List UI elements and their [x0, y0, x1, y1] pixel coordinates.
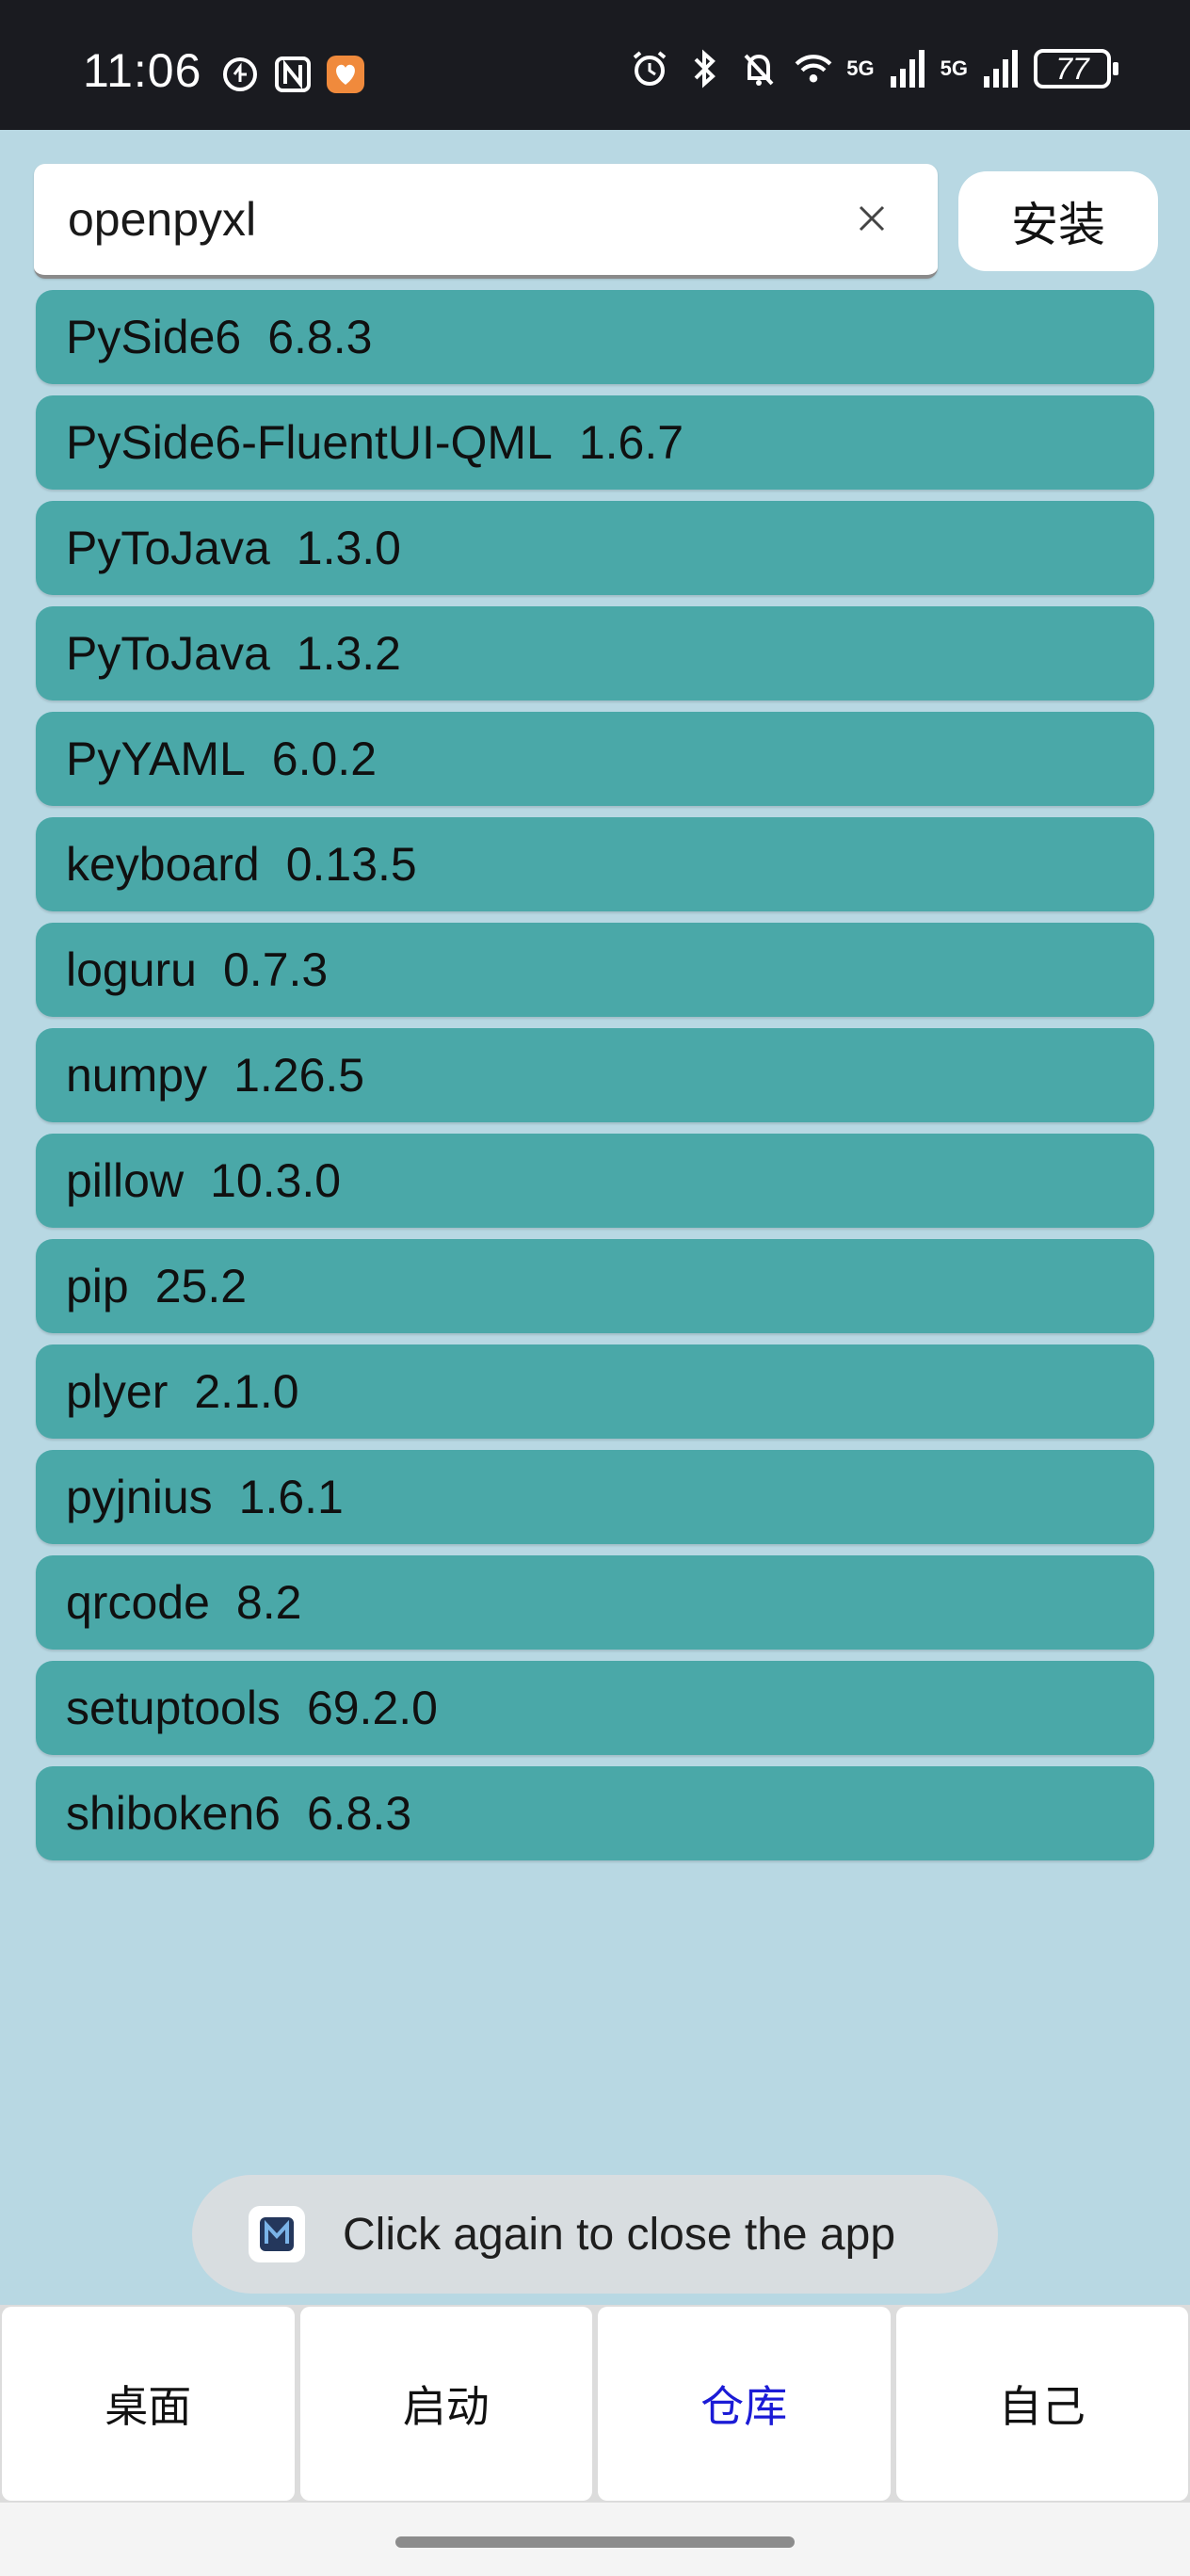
system-nav-area	[0, 2503, 1190, 2576]
package-version: 1.26.5	[233, 1049, 365, 1102]
list-item[interactable]: setuptools 69.2.0	[36, 1661, 1154, 1755]
alarm-icon	[628, 47, 671, 90]
package-version: 1.6.1	[238, 1471, 344, 1523]
mute-icon	[737, 47, 780, 90]
package-name: PySide6	[66, 311, 242, 363]
package-version: 1.6.7	[578, 416, 684, 469]
package-name: qrcode	[66, 1576, 210, 1629]
tab-launch[interactable]: 启动	[299, 2307, 592, 2501]
list-item[interactable]: pip 25.2	[36, 1239, 1154, 1333]
list-item[interactable]: PyToJava 1.3.2	[36, 606, 1154, 700]
signal-icon	[886, 47, 929, 90]
tab-repository[interactable]: 仓库	[598, 2307, 891, 2501]
app-logo-icon	[249, 2206, 305, 2262]
list-item[interactable]: qrcode 8.2	[36, 1555, 1154, 1650]
signal-icon	[979, 47, 1022, 90]
package-version: 1.3.2	[296, 627, 401, 680]
status-left-icons	[218, 53, 367, 96]
bottom-tab-bar: 桌面 启动 仓库 自己	[0, 2305, 1190, 2503]
status-bar: 11:06 5G 5G 77	[0, 0, 1190, 130]
list-item[interactable]: numpy 1.26.5	[36, 1028, 1154, 1122]
list-item[interactable]: PySide6 6.8.3	[36, 290, 1154, 384]
package-name: pyjnius	[66, 1471, 213, 1523]
status-right-icons: 5G 5G 77	[628, 47, 1118, 90]
list-item[interactable]: pillow 10.3.0	[36, 1134, 1154, 1228]
package-name: PySide6-FluentUI-QML	[66, 416, 553, 469]
bluetooth-icon	[683, 47, 726, 90]
package-version: 6.0.2	[271, 733, 378, 785]
package-version: 6.8.3	[267, 311, 373, 363]
list-item[interactable]: shiboken6 6.8.3	[36, 1766, 1154, 1860]
data-saver-icon	[218, 53, 262, 96]
battery-indicator: 77	[1034, 49, 1118, 89]
package-version: 10.3.0	[210, 1154, 342, 1207]
list-item[interactable]: plyer 2.1.0	[36, 1344, 1154, 1439]
list-item[interactable]: keyboard 0.13.5	[36, 817, 1154, 911]
package-name: keyboard	[66, 838, 260, 891]
package-name: shiboken6	[66, 1787, 281, 1840]
package-search-input[interactable]	[68, 186, 840, 252]
list-item[interactable]: PySide6-FluentUI-QML 1.6.7	[36, 395, 1154, 490]
list-item[interactable]: loguru 0.7.3	[36, 923, 1154, 1017]
nfc-icon	[271, 53, 314, 96]
network-5g-label: 5G	[940, 56, 968, 80]
package-version: 8.2	[235, 1576, 302, 1629]
package-name: loguru	[66, 943, 197, 996]
home-indicator[interactable]	[395, 2536, 795, 2548]
package-name: numpy	[66, 1049, 208, 1102]
close-icon[interactable]	[853, 200, 891, 237]
package-version: 2.1.0	[194, 1365, 299, 1418]
package-list: PySide6 6.8.3 PySide6-FluentUI-QML 1.6.7…	[36, 290, 1154, 1872]
package-name: pip	[66, 1260, 129, 1312]
package-version: 0.13.5	[285, 838, 417, 891]
package-search-box[interactable]	[34, 164, 938, 279]
package-version: 6.8.3	[306, 1787, 412, 1840]
package-name: PyToJava	[66, 627, 270, 680]
status-time: 11:06	[83, 44, 202, 97]
network-5g-label: 5G	[846, 56, 875, 80]
package-name: setuptools	[66, 1682, 281, 1734]
install-button[interactable]: 安装	[958, 171, 1158, 271]
health-app-icon	[324, 53, 367, 96]
package-name: PyToJava	[66, 522, 270, 574]
list-item[interactable]: PyToJava 1.3.0	[36, 501, 1154, 595]
package-version: 1.3.0	[296, 522, 401, 574]
package-version: 69.2.0	[306, 1682, 438, 1734]
list-item[interactable]: pyjnius 1.6.1	[36, 1450, 1154, 1544]
package-version: 0.7.3	[223, 943, 329, 996]
package-name: pillow	[66, 1154, 185, 1207]
list-item[interactable]: PyYAML 6.0.2	[36, 712, 1154, 806]
package-name: PyYAML	[66, 733, 246, 785]
tab-desktop[interactable]: 桌面	[2, 2307, 295, 2501]
exit-toast: Click again to close the app	[192, 2175, 998, 2294]
toast-message: Click again to close the app	[343, 2210, 896, 2260]
package-name: plyer	[66, 1365, 169, 1418]
wifi-icon	[792, 47, 835, 90]
tab-self[interactable]: 自己	[895, 2307, 1188, 2501]
package-version: 25.2	[154, 1260, 248, 1312]
